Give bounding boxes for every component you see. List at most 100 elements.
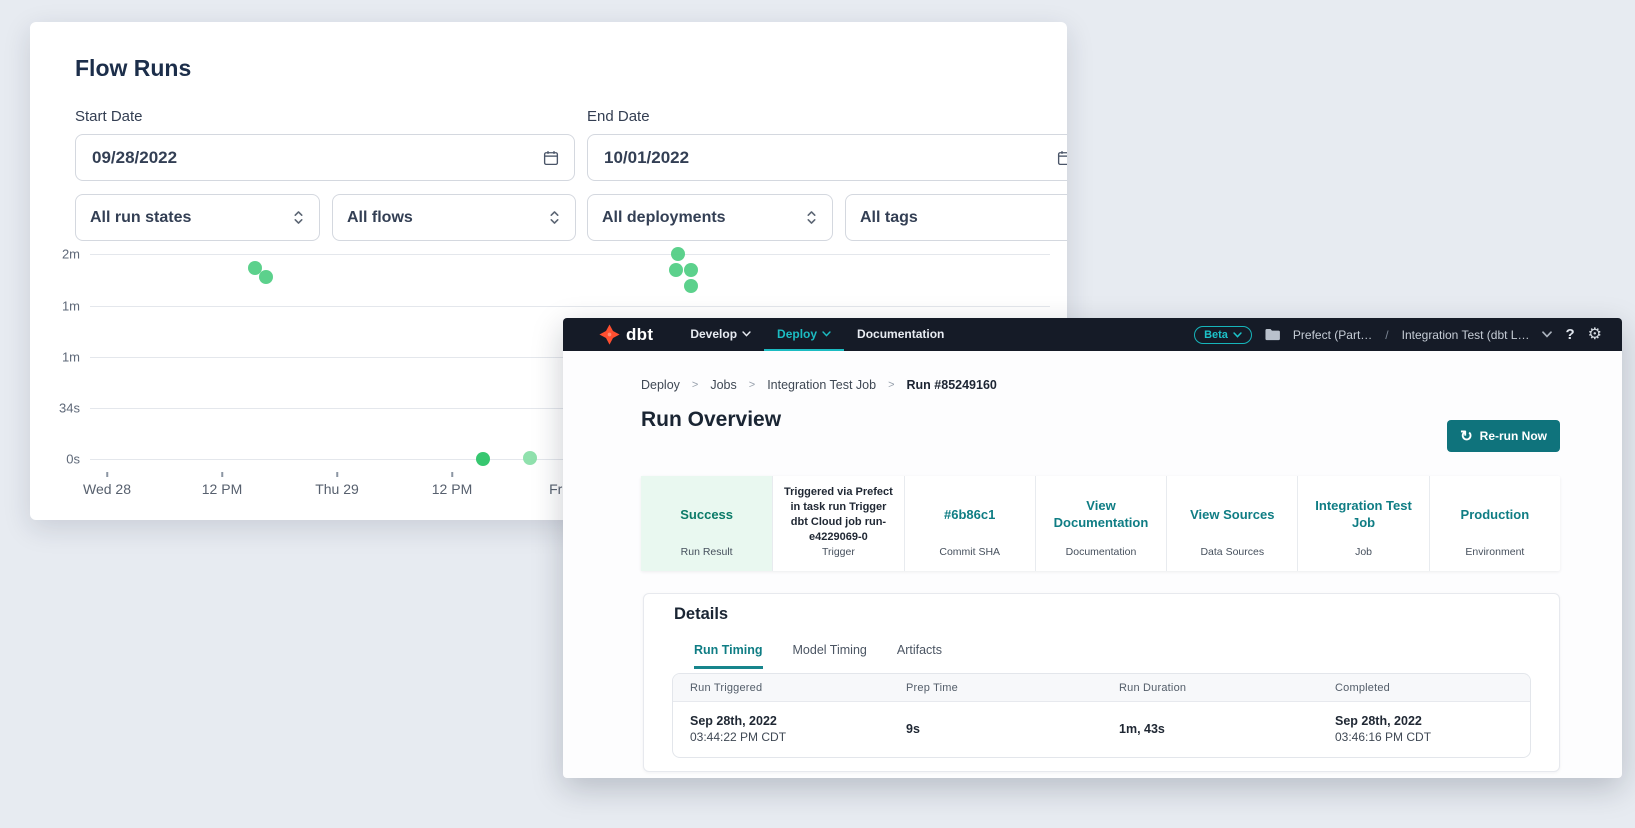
run-overview-title: Run Overview — [641, 408, 781, 432]
chevron-down-icon[interactable] — [1542, 331, 1552, 338]
table-row: Sep 28th, 202203:44:22 PM CDT9s1m, 43sSe… — [673, 702, 1530, 756]
status-card-commit-sha[interactable]: #6b86c1Commit SHA — [904, 476, 1035, 571]
status-card-value[interactable]: View Sources — [1167, 476, 1297, 546]
status-card-job[interactable]: Integration Test JobJob — [1297, 476, 1428, 571]
run-status-summary: SuccessRun ResultTriggered via Prefect i… — [641, 476, 1560, 571]
flow-run-data-point[interactable] — [259, 270, 273, 284]
breadcrumb: Deploy>Jobs>Integration Test Job>Run #85… — [641, 378, 997, 392]
help-icon[interactable]: ? — [1565, 326, 1574, 343]
details-title: Details — [674, 605, 728, 624]
column-header-completed: Completed — [1335, 682, 1530, 694]
y-axis-tick-label: 34s — [30, 401, 80, 416]
x-axis-tick-label: 12 PM — [417, 481, 487, 497]
rerun-now-label: Re-run Now — [1480, 429, 1547, 443]
project-separator: / — [1385, 328, 1388, 342]
flow-runs-title: Flow Runs — [75, 55, 191, 82]
chevron-down-icon — [822, 331, 831, 337]
status-card-value[interactable]: #6b86c1 — [905, 476, 1035, 546]
breadcrumb-separator: > — [692, 379, 698, 391]
beta-label: Beta — [1204, 329, 1228, 341]
status-card-value[interactable]: Production — [1430, 476, 1560, 546]
breadcrumb-separator: > — [888, 379, 894, 391]
breadcrumb-item-deploy[interactable]: Deploy — [641, 378, 680, 392]
details-card: Details Run TimingModel TimingArtifacts … — [643, 593, 1560, 772]
cell-main-text: Sep 28th, 2022 — [1335, 714, 1530, 728]
column-header-run-duration: Run Duration — [1119, 682, 1335, 694]
status-card-caption: Documentation — [1036, 546, 1166, 571]
nav-item-documentation[interactable]: Documentation — [844, 318, 957, 351]
status-card-caption: Job — [1298, 546, 1428, 571]
run-states-value: All run states — [90, 209, 191, 227]
tab-model-timing[interactable]: Model Timing — [793, 643, 867, 669]
table-header: Run TriggeredPrep TimeRun DurationComple… — [673, 674, 1530, 702]
status-card-documentation[interactable]: View DocumentationDocumentation — [1035, 476, 1166, 571]
dbt-logo[interactable]: dbt — [563, 318, 653, 351]
y-axis-tick-label: 2m — [30, 247, 80, 262]
dbt-nav-right: Beta Prefect (Part… / Integration Test (… — [1194, 318, 1622, 351]
run-states-select[interactable]: All run states — [75, 194, 320, 241]
table-cell: Sep 28th, 202203:46:16 PM CDT — [1335, 714, 1530, 744]
tab-run-timing[interactable]: Run Timing — [694, 643, 763, 669]
flow-run-data-point[interactable] — [669, 263, 683, 277]
gear-icon[interactable]: ⚙ — [1588, 327, 1602, 343]
status-card-caption: Commit SHA — [905, 546, 1035, 571]
x-axis-tick-label: 12 PM — [187, 481, 257, 497]
chart-gridline — [90, 254, 1050, 255]
flows-select[interactable]: All flows — [332, 194, 576, 241]
status-card-value[interactable]: View Documentation — [1036, 476, 1166, 546]
dbt-top-nav: dbt Develop Deploy Documentation Beta Pref… — [563, 318, 1622, 351]
flow-run-data-point[interactable] — [476, 452, 490, 466]
flow-run-data-point[interactable] — [248, 261, 262, 275]
start-date-field[interactable] — [75, 134, 575, 181]
flows-value: All flows — [347, 209, 413, 227]
chevron-down-icon — [1233, 332, 1242, 338]
status-card-data-sources[interactable]: View SourcesData Sources — [1166, 476, 1297, 571]
column-header-run-triggered: Run Triggered — [690, 682, 906, 694]
end-date-field[interactable] — [587, 134, 1067, 181]
flow-run-data-point[interactable] — [684, 279, 698, 293]
nav-item-deploy[interactable]: Deploy — [764, 318, 844, 351]
project-selector[interactable]: Prefect (Part… — [1293, 328, 1372, 342]
breadcrumb-item-integration-test-job[interactable]: Integration Test Job — [767, 378, 876, 392]
nav-item-label: Develop — [690, 327, 737, 341]
x-axis-tick-label: Thu 29 — [302, 481, 372, 497]
x-axis-tick-label: Wed 28 — [72, 481, 142, 497]
tags-select[interactable]: All tags — [845, 194, 1067, 241]
rerun-now-button[interactable]: ↻ Re-run Now — [1447, 420, 1560, 452]
nav-item-develop[interactable]: Develop — [677, 318, 764, 351]
dbt-cloud-window: dbt Develop Deploy Documentation Beta Pref… — [563, 318, 1622, 778]
x-axis-tick-mark — [451, 472, 453, 477]
cell-main-text: 1m, 43s — [1119, 722, 1335, 736]
tags-value: All tags — [860, 209, 918, 227]
status-card-run-result: SuccessRun Result — [641, 476, 772, 571]
status-card-trigger: Triggered via Prefect in task run Trigge… — [772, 476, 903, 571]
start-date-label: Start Date — [75, 108, 143, 125]
status-card-caption: Environment — [1430, 546, 1560, 571]
flow-run-data-point[interactable] — [523, 451, 537, 465]
y-axis-tick-label: 1m — [30, 299, 80, 314]
status-card-environment[interactable]: ProductionEnvironment — [1429, 476, 1560, 571]
chevron-down-icon — [742, 331, 751, 337]
tab-artifacts[interactable]: Artifacts — [897, 643, 942, 669]
flow-run-data-point[interactable] — [684, 263, 698, 277]
deployments-select[interactable]: All deployments — [587, 194, 833, 241]
flow-run-data-point[interactable] — [671, 247, 685, 261]
table-cell: 9s — [906, 722, 1119, 736]
nav-item-label: Deploy — [777, 327, 817, 341]
nav-item-label: Documentation — [857, 327, 944, 341]
status-card-value: Success — [641, 476, 772, 546]
y-axis-tick-label: 0s — [30, 452, 80, 467]
status-card-value[interactable]: Integration Test Job — [1298, 476, 1428, 546]
status-card-value: Triggered via Prefect in task run Trigge… — [773, 476, 903, 546]
environment-selector[interactable]: Integration Test (dbt L… — [1402, 328, 1530, 342]
breadcrumb-item-jobs[interactable]: Jobs — [710, 378, 736, 392]
start-date-input[interactable] — [90, 147, 542, 169]
table-cell: Sep 28th, 202203:44:22 PM CDT — [690, 714, 906, 744]
calendar-icon[interactable] — [1056, 149, 1067, 167]
y-axis-tick-label: 1m — [30, 350, 80, 365]
beta-toggle[interactable]: Beta — [1194, 326, 1252, 344]
breadcrumb-item-run-85249160: Run #85249160 — [907, 378, 997, 392]
cell-main-text: Sep 28th, 2022 — [690, 714, 906, 728]
end-date-input[interactable] — [602, 147, 1056, 169]
calendar-icon[interactable] — [542, 149, 560, 167]
